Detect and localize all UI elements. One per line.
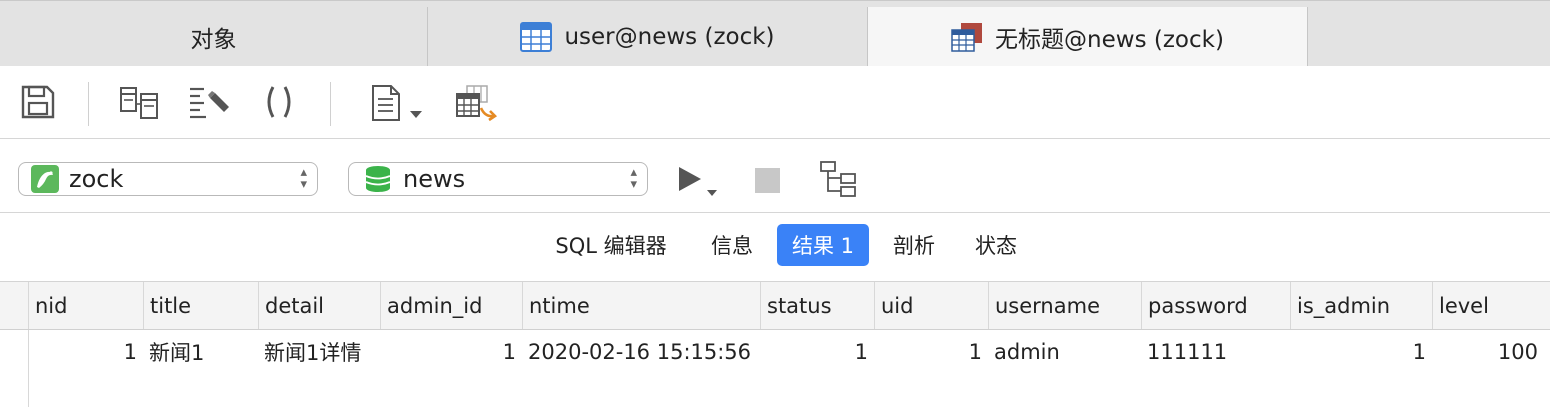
column-header[interactable]: ntime [522, 282, 760, 329]
connection-icon [31, 165, 59, 193]
save-icon[interactable] [20, 84, 56, 124]
chevron-up-down-icon: ▴ ▾ [300, 165, 307, 192]
stop-icon[interactable] [755, 168, 780, 193]
beautify-sql-icon[interactable] [188, 84, 232, 124]
database-icon [365, 165, 391, 193]
toolbar-divider [88, 82, 89, 126]
query-icon [951, 22, 983, 52]
cell-nid[interactable]: 1 [28, 330, 143, 374]
column-header[interactable]: status [760, 282, 874, 329]
column-header[interactable]: is_admin [1290, 282, 1432, 329]
toolbar-divider [330, 82, 331, 126]
column-header[interactable]: uid [874, 282, 988, 329]
cell-level[interactable]: 100 [1432, 330, 1544, 374]
tab-info[interactable]: 信息 [696, 224, 768, 266]
connection-select[interactable]: zock ▴ ▾ [18, 162, 318, 196]
tab-objects[interactable]: 对象 [0, 7, 428, 67]
grid-header: nid title detail admin_id ntime status u… [0, 282, 1550, 330]
connection-value: zock [69, 165, 124, 193]
table-icon [520, 22, 553, 52]
code-snippet-icon[interactable] [262, 84, 296, 124]
cell-password[interactable]: 111111 [1141, 330, 1290, 374]
tab-label: 结果 1 [791, 234, 855, 258]
tab-sql-editor[interactable]: SQL 编辑器 [540, 224, 682, 266]
cell-ntime[interactable]: 2020-02-16 15:15:56 [522, 330, 760, 374]
tab-label: user@news (zock) [564, 24, 775, 50]
tab-bar: 对象 user@news (zock) 无标题@news (zock) [0, 0, 1550, 67]
tab-label: 剖析 [893, 234, 935, 258]
run-icon[interactable] [677, 166, 721, 204]
column-header[interactable]: username [988, 282, 1141, 329]
column-header[interactable]: admin_id [380, 282, 522, 329]
text-file-icon[interactable] [370, 84, 426, 128]
tab-result-1[interactable]: 结果 1 [777, 224, 869, 266]
tab-label: SQL 编辑器 [555, 234, 667, 258]
tab-profile[interactable]: 剖析 [878, 224, 950, 266]
column-header[interactable]: level [1432, 282, 1550, 329]
cell-status[interactable]: 1 [760, 330, 874, 374]
export-result-icon[interactable] [455, 84, 499, 128]
explain-icon[interactable] [820, 161, 858, 203]
chevron-up-down-icon: ▴ ▾ [630, 165, 637, 192]
cell-detail[interactable]: 新闻1详情 [258, 330, 380, 374]
cell-is-admin[interactable]: 1 [1290, 330, 1432, 374]
column-header[interactable]: detail [258, 282, 380, 329]
connection-bar: zock ▴ ▾ news ▴ ▾ [0, 139, 1550, 213]
cell-uid[interactable]: 1 [874, 330, 988, 374]
result-tabs: SQL 编辑器 信息 结果 1 剖析 状态 [0, 213, 1550, 281]
tab-user-table[interactable]: user@news (zock) [428, 7, 868, 67]
tab-label: 信息 [711, 234, 753, 258]
tab-label: 对象 [190, 27, 237, 53]
result-grid: nid title detail admin_id ntime status u… [0, 281, 1550, 407]
cell-username[interactable]: admin [988, 330, 1141, 374]
column-header[interactable]: password [1141, 282, 1290, 329]
tab-label: 无标题@news (zock) [995, 27, 1224, 53]
tab-untitled-query[interactable]: 无标题@news (zock) [868, 7, 1308, 67]
cell-title[interactable]: 新闻1 [143, 330, 258, 374]
tab-status[interactable]: 状态 [960, 224, 1032, 266]
database-select[interactable]: news ▴ ▾ [348, 162, 648, 196]
column-header[interactable]: title [143, 282, 258, 329]
tab-label: 状态 [975, 234, 1017, 258]
database-value: news [403, 165, 466, 193]
column-header[interactable]: nid [28, 282, 143, 329]
editor-toolbar [0, 66, 1550, 139]
row-gutter [0, 330, 29, 407]
cell-admin-id[interactable]: 1 [380, 330, 522, 374]
query-builder-icon[interactable] [119, 84, 161, 124]
